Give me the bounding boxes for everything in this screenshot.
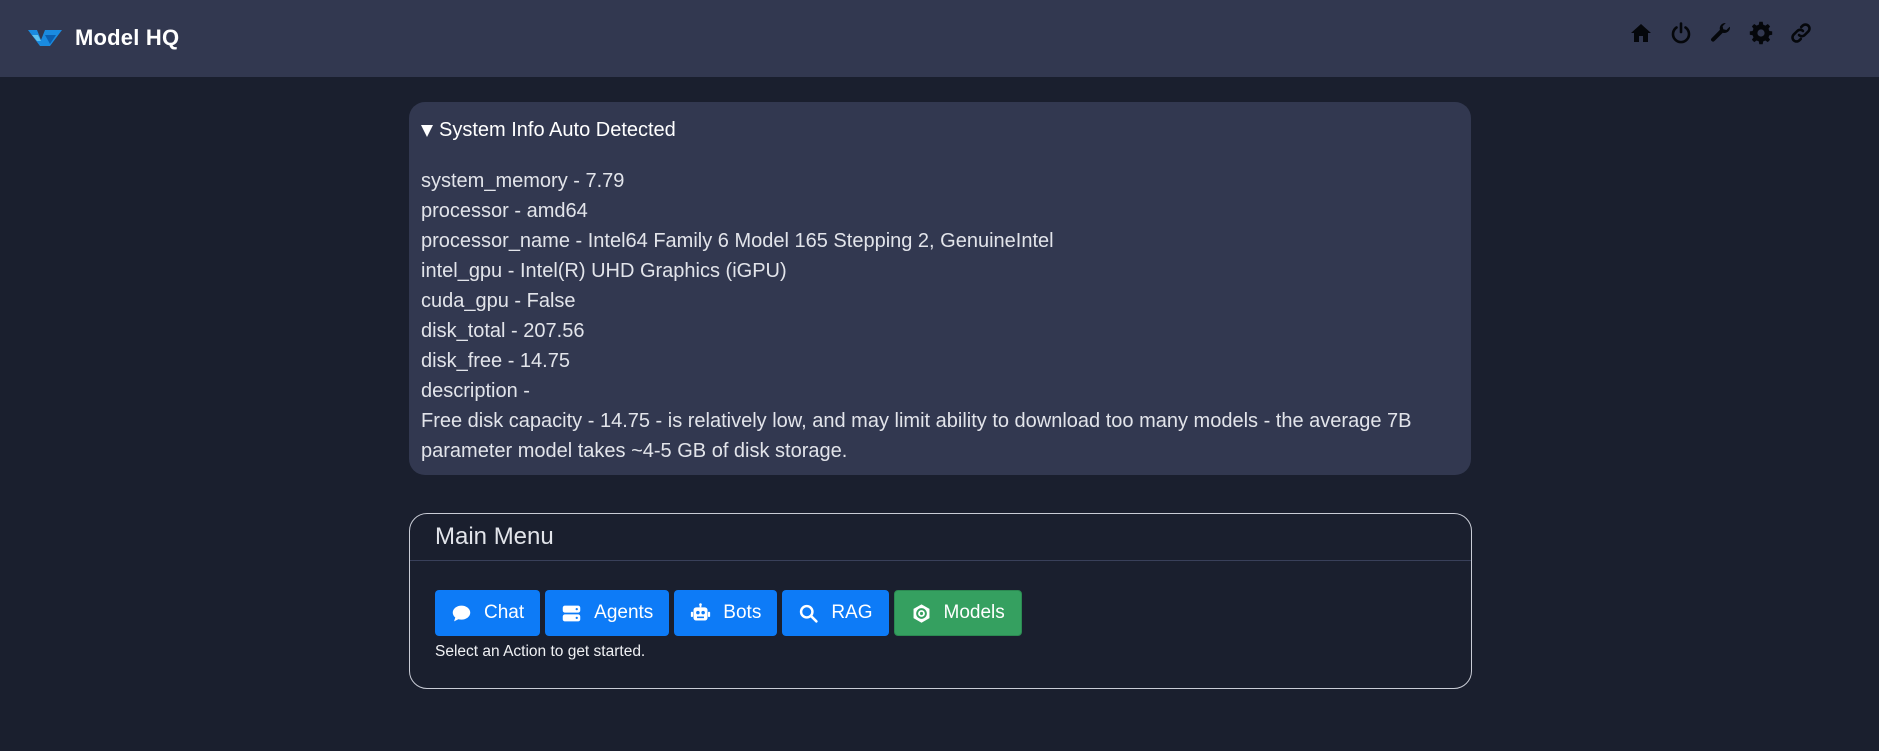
system-info-line: cuda_gpu - False	[421, 290, 576, 312]
system-info-summary-label: System Info Auto Detected	[439, 118, 676, 141]
bots-button-label: Bots	[723, 602, 762, 623]
agents-button-label: Agents	[594, 602, 654, 623]
model-hq-logo-icon	[28, 30, 62, 46]
wrench-icon[interactable]	[1708, 20, 1734, 46]
system-info-toggle[interactable]: System Info Auto Detected	[421, 116, 1459, 144]
rag-button[interactable]: RAG	[782, 590, 889, 636]
power-icon[interactable]	[1668, 20, 1694, 46]
system-info-line: system_memory - 7.79	[421, 170, 625, 192]
top-icon-bar	[1628, 20, 1879, 46]
models-button-label: Models	[943, 602, 1005, 623]
rag-button-label: RAG	[831, 602, 873, 623]
action-hint-text: Select an Action to get started.	[435, 643, 646, 660]
robot-icon	[691, 602, 711, 620]
chat-button-label: Chat	[484, 602, 525, 623]
gear-icon	[913, 603, 929, 623]
system-info-line: processor - amd64	[421, 200, 588, 222]
disclosure-triangle-icon	[421, 125, 433, 137]
app-title: Model HQ	[75, 25, 180, 50]
main-menu-card: Main Menu Chat Agents Bots RAG Models Se…	[409, 513, 1472, 689]
search-icon	[800, 604, 819, 623]
chat-button[interactable]: Chat	[435, 590, 541, 636]
bots-button[interactable]: Bots	[674, 590, 778, 636]
action-button-group: Chat Agents Bots RAG Models	[435, 590, 1027, 636]
server-icon	[562, 605, 581, 621]
system-info-line: description -	[421, 380, 530, 402]
system-info-line: disk_total - 207.56	[421, 320, 585, 342]
chat-bubble-icon	[452, 605, 471, 621]
models-button[interactable]: Models	[893, 590, 1022, 636]
system-info-line: processor_name - Intel64 Family 6 Model …	[421, 230, 1054, 252]
home-icon[interactable]	[1628, 20, 1654, 46]
main-menu-title: Main Menu	[410, 514, 1471, 561]
system-info-line: intel_gpu - Intel(R) UHD Graphics (iGPU)	[421, 260, 787, 282]
gear-icon[interactable]	[1748, 20, 1774, 46]
top-navbar: Model HQ	[0, 0, 1879, 77]
system-info-body: system_memory - 7.79 processor - amd64 p…	[421, 166, 1459, 466]
link-icon[interactable]	[1788, 20, 1814, 46]
agents-button[interactable]: Agents	[545, 590, 670, 636]
system-info-panel: System Info Auto Detected system_memory …	[409, 102, 1471, 475]
brand[interactable]: Model HQ	[28, 22, 179, 54]
disk-capacity-note: Free disk capacity - 14.75 - is relative…	[421, 410, 1412, 462]
system-info-line: disk_free - 14.75	[421, 350, 570, 372]
